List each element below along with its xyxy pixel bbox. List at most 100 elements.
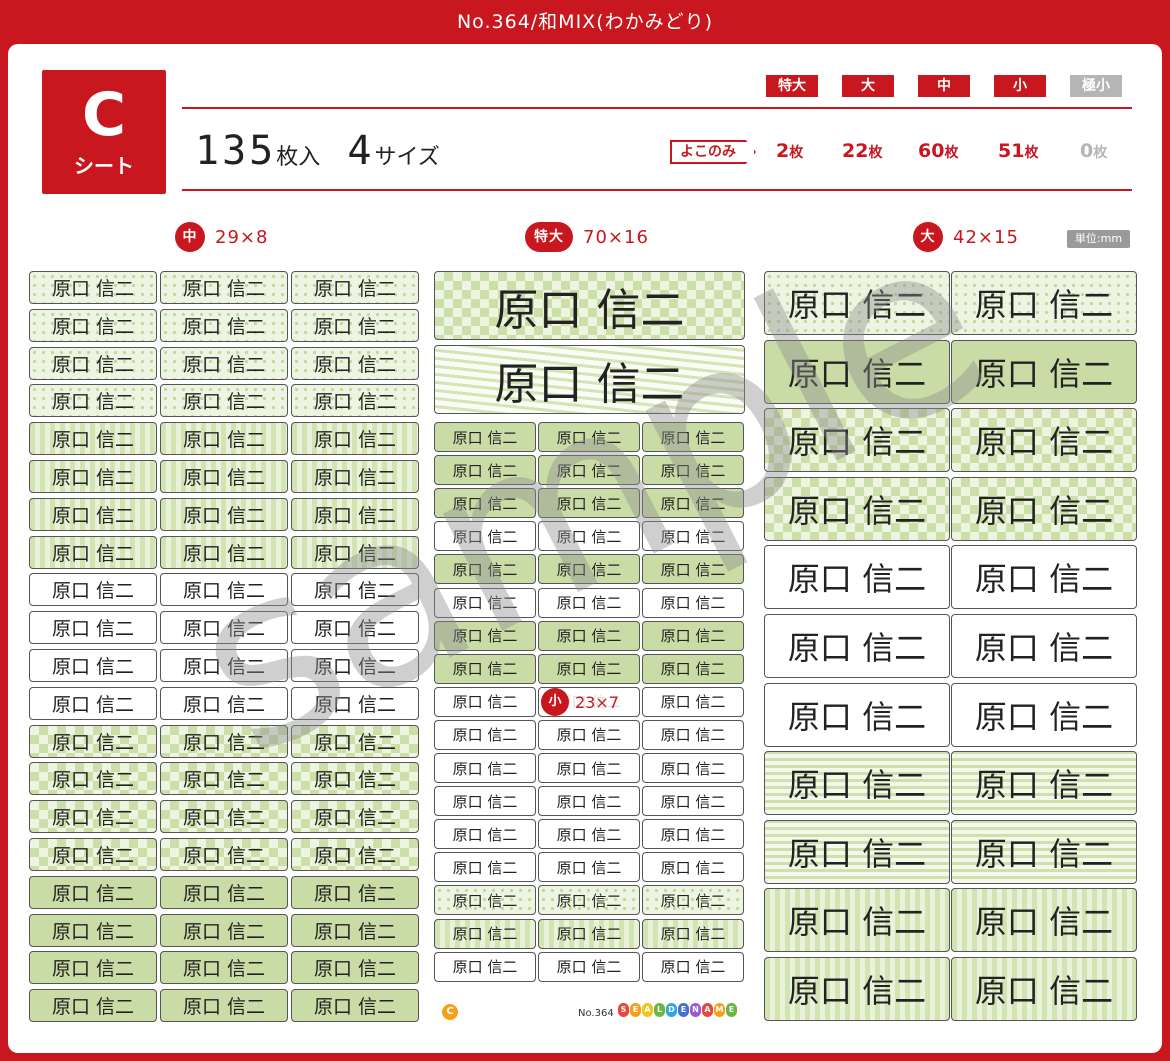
- label-name-text: 原口 信二: [51, 618, 135, 641]
- size-chip-large: 大: [842, 75, 894, 97]
- label-name-text: 原口 信二: [313, 504, 397, 527]
- label-name-text: 原口 信二: [313, 315, 397, 338]
- section-dims-large: 42×15: [953, 226, 1019, 248]
- label-medium: 原口 信二: [160, 951, 288, 985]
- label-name-text: 原口 信二: [974, 903, 1114, 942]
- label-name-text: 原口 信二: [51, 769, 135, 792]
- horizontal-only-tag: よこのみ: [670, 140, 756, 164]
- label-medium: 原口 信二: [291, 686, 419, 720]
- label-medium: 原口 信二: [291, 573, 419, 607]
- count-small: 51枚: [998, 140, 1039, 162]
- label-name-text: 原口 信二: [787, 354, 927, 393]
- label-medium: 原口 信二: [291, 649, 419, 682]
- label-medium: 原口 信二: [29, 762, 157, 796]
- label-small: 原口 信二: [538, 521, 640, 552]
- label-medium: 原口 信二: [29, 989, 157, 1023]
- label-name-text: 原口 信二: [182, 693, 266, 716]
- label-name-text: 原口 信二: [974, 834, 1114, 873]
- label-small: 原口 信二: [642, 620, 744, 651]
- brand-logo-letter: A: [702, 1003, 713, 1017]
- brand-logo: SEALDENAME: [618, 1003, 737, 1017]
- label-name-text: 原口 信二: [313, 920, 397, 943]
- label-small: 原口 信二: [642, 753, 744, 783]
- label-medium: 原口 信二: [29, 308, 157, 342]
- label-name-text: 原口 信二: [313, 278, 397, 300]
- label-small: 原口 信二: [642, 455, 744, 486]
- brand-logo-letter: S: [618, 1003, 629, 1017]
- label-small: 原口 信二: [538, 918, 640, 949]
- label-medium: 原口 信二: [160, 686, 288, 720]
- label-name-text: 原口 信二: [974, 286, 1114, 324]
- brand-logo-letter: E: [726, 1003, 737, 1017]
- label-name-text: 原口 信二: [313, 542, 397, 565]
- label-large: 原口 信二: [951, 682, 1137, 747]
- label-name-text: 原口 信二: [787, 423, 927, 462]
- label-name-text: 原口 信二: [660, 527, 726, 546]
- label-name-text: 原口 信二: [182, 391, 266, 414]
- label-large: 原口 信二: [951, 476, 1137, 541]
- label-name-text: 原口 信二: [452, 925, 518, 943]
- size-chip-medium: 中: [918, 75, 970, 97]
- label-large: 原口 信二: [951, 545, 1137, 610]
- label-name-text: 原口 信二: [660, 461, 726, 480]
- label-medium: 原口 信二: [29, 951, 157, 985]
- label-medium: 原口 信二: [291, 913, 419, 947]
- label-name-text: 原口 信二: [452, 726, 518, 745]
- label-medium: 原口 信二: [29, 346, 157, 380]
- label-name-text: 原口 信二: [51, 278, 135, 300]
- label-name-text: 原口 信二: [974, 972, 1114, 1010]
- label-medium: 原口 信二: [291, 989, 419, 1023]
- label-name-text: 原口 信二: [660, 494, 726, 513]
- label-name-text: 原口 信二: [182, 467, 266, 489]
- label-small: 原口 信二: [434, 885, 536, 916]
- label-name-text: 原口 信二: [313, 693, 397, 716]
- label-name-text: 原口 信二: [556, 594, 622, 612]
- label-name-text: 原口 信二: [452, 461, 518, 480]
- label-medium: 原口 信二: [29, 875, 157, 909]
- label-small: 原口 信二: [538, 455, 640, 486]
- label-name-text: 原口 信二: [556, 925, 622, 943]
- label-small: 原口 信二: [538, 885, 640, 916]
- label-medium: 原口 信二: [160, 535, 288, 569]
- label-small: 原口 信二: [538, 951, 640, 982]
- sheet-letter: C: [81, 80, 127, 150]
- label-name-text: 原口 信二: [313, 882, 397, 905]
- brand-logo-letter: M: [714, 1003, 725, 1017]
- label-name-text: 原口 信二: [51, 882, 135, 905]
- label-name-text: 原口 信二: [787, 286, 927, 324]
- label-name-text: 原口 信二: [974, 629, 1114, 667]
- label-large: 原口 信二: [951, 614, 1137, 678]
- label-medium: 原口 信二: [29, 497, 157, 531]
- label-medium: 原口 信二: [291, 762, 419, 796]
- section-tag-medium: 中: [175, 222, 205, 252]
- label-name-text: 原口 信二: [182, 807, 266, 830]
- label-name-text: 原口 信二: [660, 627, 726, 646]
- unit-note: 単位:mm: [1067, 230, 1130, 248]
- label-small: 原口 信二: [538, 753, 640, 783]
- label-name-text: 原口 信二: [556, 858, 622, 877]
- label-name-text: 原口 信二: [556, 726, 622, 745]
- label-name-text: 原口 信二: [974, 354, 1114, 393]
- label-medium: 原口 信二: [291, 460, 419, 493]
- label-medium: 原口 信二: [160, 497, 288, 531]
- label-large: 原口 信二: [951, 271, 1137, 335]
- label-medium: 原口 信二: [29, 271, 157, 304]
- count-xsmall: 0枚: [1080, 140, 1108, 162]
- label-name-text: 原口 信二: [660, 660, 726, 679]
- section-label-medium: 中 29×8: [175, 222, 268, 252]
- label-name-text: 原口 信二: [182, 996, 266, 1019]
- label-medium: 原口 信二: [29, 686, 157, 720]
- label-small: 原口 信二: [642, 653, 744, 684]
- label-small: 原口 信二: [642, 719, 744, 750]
- label-name-text: 原口 信二: [452, 958, 518, 977]
- section-dims-medium: 29×8: [215, 226, 269, 248]
- label-large: 原口 信二: [951, 751, 1137, 816]
- label-name-text: 原口 信二: [660, 858, 726, 877]
- label-large: 原口 信二: [764, 271, 950, 335]
- label-name-text: 原口 信二: [452, 428, 518, 447]
- label-name-text: 原口 信二: [556, 958, 622, 977]
- label-name-text: 原口 信二: [51, 996, 135, 1019]
- label-name-text: 原口 信二: [313, 769, 397, 792]
- label-small: 原口 信二: [642, 951, 744, 982]
- count-xlarge: 2枚: [776, 140, 804, 162]
